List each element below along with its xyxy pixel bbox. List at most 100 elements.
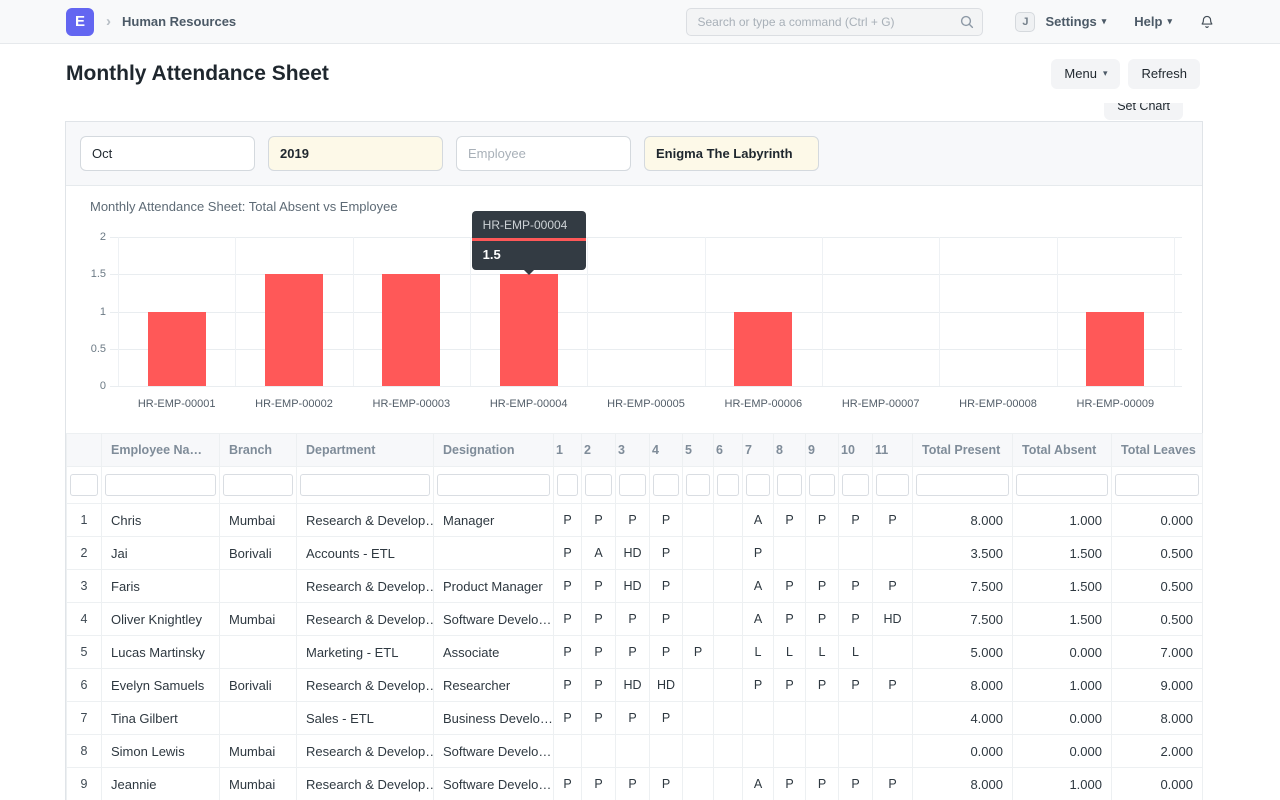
- department-cell[interactable]: Accounts - ETL: [297, 537, 434, 570]
- day-status-cell[interactable]: P: [650, 702, 683, 735]
- day-status-cell[interactable]: L: [774, 636, 806, 669]
- designation-cell[interactable]: Product Manager: [434, 570, 554, 603]
- total-present-cell[interactable]: 8.000: [913, 504, 1013, 537]
- total-present-cell[interactable]: 7.500: [913, 603, 1013, 636]
- day-status-cell[interactable]: [714, 735, 743, 768]
- branch-cell[interactable]: Mumbai: [220, 603, 297, 636]
- column-header-7[interactable]: 7: [743, 434, 774, 467]
- day-status-cell[interactable]: P: [582, 603, 616, 636]
- day-status-cell[interactable]: [806, 537, 839, 570]
- day-status-cell[interactable]: P: [554, 768, 582, 800]
- designation-cell[interactable]: Researcher: [434, 669, 554, 702]
- total-absent-cell[interactable]: 1.500: [1013, 603, 1112, 636]
- day-status-cell[interactable]: [714, 570, 743, 603]
- day-status-cell[interactable]: P: [650, 570, 683, 603]
- total-present-cell[interactable]: 3.500: [913, 537, 1013, 570]
- employee-cell[interactable]: Jeannie: [102, 768, 220, 800]
- day-status-cell[interactable]: P: [743, 669, 774, 702]
- day-status-cell[interactable]: HD: [616, 570, 650, 603]
- day-status-cell[interactable]: P: [839, 768, 873, 800]
- total-leaves-cell[interactable]: 8.000: [1112, 702, 1203, 735]
- day-status-cell[interactable]: HD: [873, 603, 913, 636]
- day-status-cell[interactable]: P: [616, 504, 650, 537]
- day-status-cell[interactable]: [839, 735, 873, 768]
- column-header-11[interactable]: 11: [873, 434, 913, 467]
- bar-HR-EMP-00002[interactable]: [265, 274, 323, 386]
- designation-cell[interactable]: Software Develo…: [434, 735, 554, 768]
- day-status-cell[interactable]: L: [839, 636, 873, 669]
- row-index-cell[interactable]: 3: [67, 570, 102, 603]
- department-cell[interactable]: Research & Develop…: [297, 504, 434, 537]
- branch-cell[interactable]: [220, 636, 297, 669]
- day-status-cell[interactable]: P: [582, 702, 616, 735]
- total-absent-cell[interactable]: 0.000: [1013, 636, 1112, 669]
- column-filter-input[interactable]: [105, 474, 216, 496]
- column-header-1[interactable]: 1: [554, 434, 582, 467]
- day-status-cell[interactable]: P: [554, 669, 582, 702]
- day-status-cell[interactable]: [683, 603, 714, 636]
- column-header-department[interactable]: Department: [297, 434, 434, 467]
- column-filter-input[interactable]: [686, 474, 710, 496]
- settings-menu[interactable]: Settings ▾: [1045, 14, 1106, 29]
- day-status-cell[interactable]: A: [743, 504, 774, 537]
- total-absent-cell[interactable]: 0.000: [1013, 702, 1112, 735]
- designation-cell[interactable]: Associate: [434, 636, 554, 669]
- day-status-cell[interactable]: P: [582, 504, 616, 537]
- total-leaves-cell[interactable]: 0.500: [1112, 570, 1203, 603]
- day-status-cell[interactable]: P: [650, 603, 683, 636]
- branch-cell[interactable]: Borivali: [220, 669, 297, 702]
- day-status-cell[interactable]: P: [806, 768, 839, 800]
- branch-cell[interactable]: Borivali: [220, 537, 297, 570]
- search-icon[interactable]: [959, 14, 975, 35]
- total-present-cell[interactable]: 8.000: [913, 768, 1013, 800]
- total-absent-cell[interactable]: 1.000: [1013, 669, 1112, 702]
- filter-input-employee[interactable]: [456, 136, 631, 171]
- day-status-cell[interactable]: [554, 735, 582, 768]
- total-present-cell[interactable]: 4.000: [913, 702, 1013, 735]
- day-status-cell[interactable]: [873, 636, 913, 669]
- day-status-cell[interactable]: P: [806, 603, 839, 636]
- total-leaves-cell[interactable]: 0.500: [1112, 537, 1203, 570]
- set-chart-button[interactable]: Set Chart: [1104, 103, 1183, 120]
- bar-HR-EMP-00003[interactable]: [382, 274, 440, 386]
- total-absent-cell[interactable]: 1.500: [1013, 537, 1112, 570]
- bar-HR-EMP-00006[interactable]: [734, 312, 792, 387]
- day-status-cell[interactable]: P: [650, 768, 683, 800]
- column-filter-input[interactable]: [746, 474, 770, 496]
- day-status-cell[interactable]: P: [554, 570, 582, 603]
- column-filter-input[interactable]: [1115, 474, 1199, 496]
- department-cell[interactable]: Research & Develop…: [297, 603, 434, 636]
- designation-cell[interactable]: Business Develo…: [434, 702, 554, 735]
- column-filter-input[interactable]: [557, 474, 578, 496]
- column-header-branch[interactable]: Branch: [220, 434, 297, 467]
- column-header-designation[interactable]: Designation: [434, 434, 554, 467]
- day-status-cell[interactable]: [774, 735, 806, 768]
- day-status-cell[interactable]: P: [873, 504, 913, 537]
- day-status-cell[interactable]: P: [554, 504, 582, 537]
- column-filter-input[interactable]: [1016, 474, 1108, 496]
- day-status-cell[interactable]: [714, 636, 743, 669]
- day-status-cell[interactable]: [714, 504, 743, 537]
- day-status-cell[interactable]: P: [839, 669, 873, 702]
- total-leaves-cell[interactable]: 2.000: [1112, 735, 1203, 768]
- day-status-cell[interactable]: P: [873, 570, 913, 603]
- day-status-cell[interactable]: [743, 702, 774, 735]
- day-status-cell[interactable]: P: [616, 603, 650, 636]
- filter-input-year[interactable]: [268, 136, 443, 171]
- column-header-2[interactable]: 2: [582, 434, 616, 467]
- designation-cell[interactable]: [434, 537, 554, 570]
- total-absent-cell[interactable]: 1.000: [1013, 768, 1112, 800]
- row-index-cell[interactable]: 8: [67, 735, 102, 768]
- day-status-cell[interactable]: [873, 702, 913, 735]
- help-menu[interactable]: Help ▾: [1134, 14, 1172, 29]
- day-status-cell[interactable]: P: [616, 768, 650, 800]
- row-index-cell[interactable]: 2: [67, 537, 102, 570]
- day-status-cell[interactable]: P: [839, 570, 873, 603]
- designation-cell[interactable]: Manager: [434, 504, 554, 537]
- row-index-cell[interactable]: 6: [67, 669, 102, 702]
- day-status-cell[interactable]: [683, 504, 714, 537]
- total-present-cell[interactable]: 7.500: [913, 570, 1013, 603]
- day-status-cell[interactable]: P: [873, 768, 913, 800]
- row-index-cell[interactable]: 4: [67, 603, 102, 636]
- day-status-cell[interactable]: P: [774, 603, 806, 636]
